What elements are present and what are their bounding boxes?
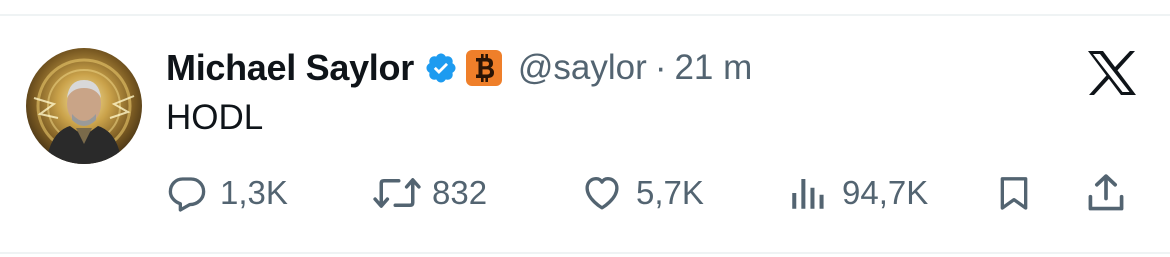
verified-badge-icon bbox=[424, 51, 458, 85]
reply-button[interactable]: 1,3K bbox=[166, 166, 288, 220]
author-handle[interactable]: @saylor bbox=[518, 48, 647, 88]
repost-icon bbox=[373, 178, 421, 208]
views-count: 94,7K bbox=[842, 174, 929, 211]
author-name[interactable]: Michael Saylor bbox=[166, 47, 414, 89]
x-logo-icon bbox=[1086, 50, 1138, 96]
top-divider bbox=[0, 14, 1170, 16]
heart-icon bbox=[585, 176, 619, 210]
tweet-header: Michael Saylor @saylor · 21 m bbox=[166, 44, 752, 92]
bookmark-button[interactable] bbox=[994, 166, 1034, 220]
share-icon bbox=[1088, 174, 1124, 211]
tweet-text: HODL bbox=[166, 98, 264, 137]
reply-icon bbox=[168, 177, 206, 212]
like-button[interactable]: 5,7K bbox=[580, 166, 704, 220]
views-button[interactable]: 94,7K bbox=[786, 166, 928, 220]
separator-dot: · bbox=[654, 48, 667, 87]
views-bar-chart-icon bbox=[792, 179, 824, 209]
avatar-portrait-image bbox=[33, 58, 135, 164]
like-count: 5,7K bbox=[636, 174, 704, 211]
repost-button[interactable]: 832 bbox=[372, 166, 487, 220]
avatar[interactable] bbox=[26, 48, 142, 164]
share-button[interactable] bbox=[1084, 166, 1128, 220]
bookmark-icon bbox=[1000, 177, 1028, 210]
tweet-timestamp[interactable]: 21 m bbox=[674, 48, 752, 88]
repost-count: 832 bbox=[432, 174, 488, 211]
bitcoin-badge-icon[interactable] bbox=[465, 50, 502, 86]
reply-count: 1,3K bbox=[220, 174, 288, 211]
bottom-divider bbox=[0, 252, 1170, 254]
tweet-actions: 1,3K 832 5,7K 94,7K bbox=[0, 166, 1170, 220]
